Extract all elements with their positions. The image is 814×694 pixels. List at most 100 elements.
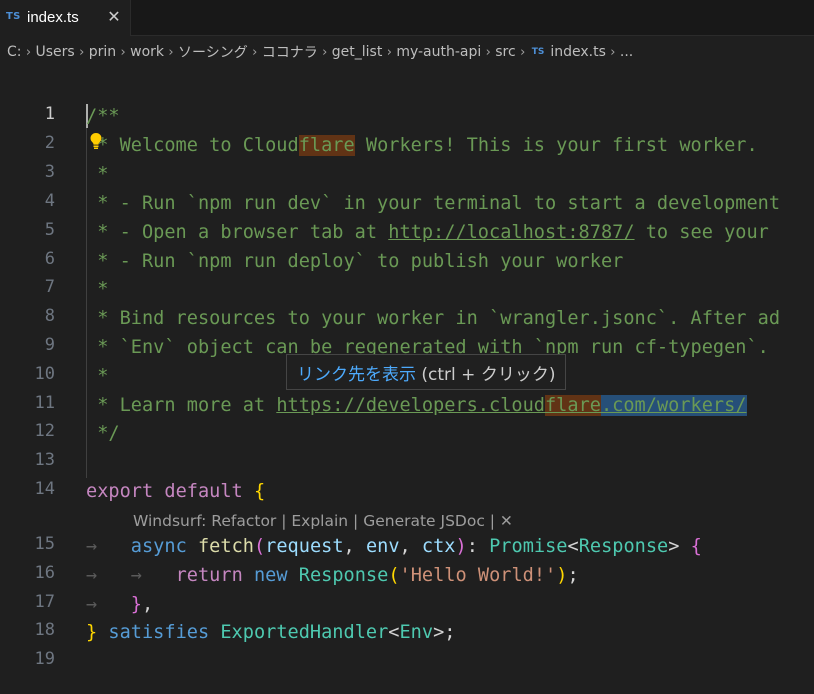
breadcrumb-item-drive[interactable]: C: (7, 44, 22, 60)
line-number: 12 (34, 421, 55, 441)
function-name: fetch (197, 536, 254, 557)
line-number: 4 (44, 191, 55, 211)
breadcrumb-item-get-list[interactable]: get_list (332, 44, 383, 60)
comment-text: Workers! This is your first worker. (354, 135, 758, 156)
code-line-5: * - Open a browser tab at http://localho… (86, 218, 769, 247)
tab-bar: TS index.ts ✕ (0, 0, 814, 36)
tab-index-ts[interactable]: TS index.ts ✕ (0, 0, 131, 36)
keyword-return: return (175, 565, 243, 586)
line-number: 11 (34, 393, 55, 413)
lightbulb-icon[interactable] (88, 132, 104, 150)
comment-text: * Learn more at (86, 395, 277, 416)
line-number: 9 (44, 335, 55, 355)
chevron-right-icon: › (168, 44, 174, 60)
code-link-localhost[interactable]: http://localhost:8787/ (388, 222, 634, 243)
link-hover-tooltip: リンク先を表示 (ctrl + クリック) (286, 354, 567, 390)
param-ctx: ctx (421, 536, 456, 557)
code-line-6: * - Run `npm run deploy` to publish your… (86, 247, 623, 276)
breadcrumb-item-index-ts[interactable]: index.ts (550, 44, 606, 60)
search-match-highlight[interactable]: flare (544, 395, 601, 416)
typescript-file-icon: TS (6, 11, 21, 22)
comment-text: to see your (634, 222, 769, 243)
comment-text: * (86, 164, 109, 185)
type-env: Env (399, 622, 434, 643)
code-line-18: } satisfies ExportedHandler<Env>; (86, 622, 456, 643)
breadcrumb-item-coconala[interactable]: ココナラ (262, 42, 318, 62)
line-number: 18 (34, 620, 55, 640)
comment-text: * (86, 279, 109, 300)
line-number: 10 (34, 364, 55, 384)
code-line-8: * Bind resources to your worker in `wran… (86, 304, 780, 333)
line-number-gutter: 1 2 3 4 5 6 7 8 9 10 11 12 13 14 15 16 1… (0, 68, 70, 694)
whitespace-tab-arrow: → (86, 536, 98, 557)
breadcrumb-item-my-auth-api[interactable]: my-auth-api (396, 44, 481, 60)
comment-text: * - Run `npm run dev` in your terminal t… (86, 193, 781, 214)
keyword-async: async (130, 536, 187, 557)
brace: { (253, 481, 266, 502)
code-line-3: * (86, 160, 108, 189)
code-line-11: * Learn more at https://developers.cloud… (86, 391, 747, 420)
comment-text: * Bind resources to your worker in `wran… (86, 308, 781, 329)
tab-label: index.ts (27, 9, 79, 26)
code-line-14: export default { (86, 477, 265, 506)
chevron-right-icon: › (322, 44, 328, 60)
line-number: 6 (44, 249, 55, 269)
breadcrumb-item-sourcing[interactable]: ソーシング (178, 42, 248, 62)
code-line-2: * Welcome to Cloudflare Workers! This is… (86, 131, 758, 160)
keyword-default: default (164, 481, 243, 502)
keyword-export: export (86, 481, 154, 502)
code-link-cloudflare-docs-end[interactable]: .com/workers/ (600, 395, 747, 416)
typescript-file-icon: TS (531, 47, 545, 57)
breadcrumb-item-prin[interactable]: prin (89, 44, 116, 60)
line-number: 8 (44, 306, 55, 326)
close-icon[interactable]: ✕ (104, 7, 124, 27)
chevron-right-icon: › (120, 44, 126, 60)
line-number: 15 (34, 534, 55, 554)
windsurf-codelens[interactable]: Windsurf: Refactor | Explain | Generate … (133, 510, 513, 532)
code-link-cloudflare-docs[interactable]: https://developers.cloud (276, 395, 545, 416)
breadcrumb-item-work[interactable]: work (130, 44, 164, 60)
whitespace-tab-arrow: → (130, 565, 142, 586)
breadcrumb-item-src[interactable]: src (495, 44, 515, 60)
breadcrumb: C: › Users › prin › work › ソーシング › ココナラ … (0, 36, 814, 68)
code-editor[interactable]: 1 2 3 4 5 6 7 8 9 10 11 12 13 14 15 16 1… (0, 68, 814, 694)
line-number: 16 (34, 563, 55, 583)
string-literal: 'Hello World!' (399, 565, 557, 586)
param-env: env (365, 536, 400, 557)
keyword-satisfies: satisfies (108, 622, 210, 643)
search-match-highlight: flare (298, 135, 355, 156)
chevron-right-icon: › (252, 44, 258, 60)
line-number: 13 (34, 450, 55, 470)
line-number: 19 (34, 649, 55, 669)
code-line-15: → async fetch(request, env, ctx): Promis… (86, 536, 702, 557)
line-number: 3 (44, 162, 55, 182)
chevron-right-icon: › (25, 44, 32, 60)
keyword-new: new (253, 565, 288, 586)
comment-text: * Welcome to Cloud (86, 135, 299, 156)
chevron-right-icon: › (79, 44, 85, 60)
param-request: request (265, 536, 344, 557)
line-number: 17 (34, 592, 55, 612)
follow-link-action[interactable]: リンク先を表示 (297, 360, 416, 385)
whitespace-tab-arrow: → (86, 565, 98, 586)
code-line-12: */ (86, 419, 119, 448)
code-line-10: * (86, 362, 108, 391)
follow-link-hint: (ctrl + クリック) (421, 364, 556, 385)
chevron-right-icon: › (520, 44, 526, 60)
code-line-1: /** (86, 102, 120, 131)
chevron-right-icon: › (485, 44, 491, 60)
line-number: 5 (44, 220, 55, 240)
type-exported-handler: ExportedHandler (220, 622, 389, 643)
breadcrumb-item-symbols[interactable]: ... (620, 44, 633, 60)
code-line-4: * - Run `npm run dev` in your terminal t… (86, 189, 780, 218)
line-number: 2 (44, 133, 55, 153)
type-response: Response (298, 565, 389, 586)
line-number: 14 (34, 479, 55, 499)
chevron-right-icon: › (386, 44, 392, 60)
breadcrumb-item-users[interactable]: Users (36, 44, 75, 60)
comment-text: * - Run `npm run deploy` to publish your… (86, 251, 624, 272)
code-line-7: * (86, 275, 108, 304)
type-response: Response (578, 536, 669, 557)
comment-text: * - Open a browser tab at (86, 222, 389, 243)
code-line-16: → → return new Response('Hello World!'); (86, 565, 579, 586)
